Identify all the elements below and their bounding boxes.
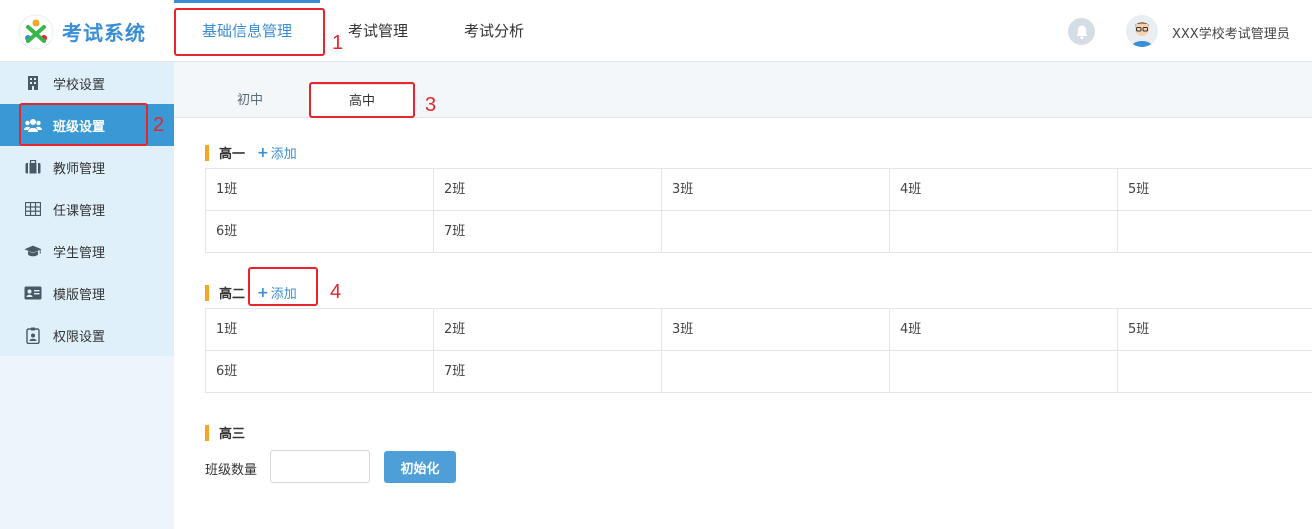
grade-section-title: 高一 + 添加	[205, 143, 297, 162]
class-cell[interactable]: 5班	[1118, 309, 1312, 351]
class-cell	[890, 351, 1118, 393]
grade-name: 高二	[219, 287, 246, 302]
tab-junior-high[interactable]: 初中	[198, 84, 302, 118]
nav-exam-analysis[interactable]: 考试分析	[436, 0, 552, 62]
class-cell[interactable]: 1班	[206, 169, 434, 211]
sidebar: 学校设置 班级设置 教师管理 任课管理 学生管理 模版管理 权限设置	[0, 62, 174, 529]
table-row: 1班 2班 3班 4班 5班	[206, 169, 1312, 211]
annotation-number-4: 4	[330, 281, 342, 303]
briefcase-icon	[24, 159, 42, 175]
add-class-link[interactable]: + 添加	[257, 283, 297, 303]
id-card-icon	[24, 285, 42, 301]
sidebar-item-school-settings[interactable]: 学校设置	[0, 62, 174, 104]
group-icon	[24, 117, 42, 133]
grade-marker	[205, 144, 209, 161]
level-tabs: 初中 高中	[174, 62, 1312, 119]
graduation-cap-icon	[24, 243, 42, 259]
class-cell[interactable]: 1班	[206, 309, 434, 351]
tab-senior-high[interactable]: 高中	[310, 84, 414, 119]
class-grid: 1班 2班 3班 4班 5班 6班 7班	[205, 168, 1312, 253]
sidebar-item-label: 权限设置	[53, 329, 106, 345]
plus-icon: +	[257, 144, 269, 161]
class-cell[interactable]: 3班	[662, 169, 890, 211]
user-name[interactable]: XXX学校考试管理员	[1172, 23, 1290, 42]
initialize-button[interactable]: 初始化	[384, 451, 456, 483]
badge-icon	[24, 327, 42, 344]
class-cell[interactable]: 7班	[434, 211, 662, 253]
sidebar-item-permission-settings[interactable]: 权限设置	[0, 314, 174, 356]
add-class-link[interactable]: + 添加	[257, 143, 297, 163]
app-title: 考试系统	[62, 21, 146, 45]
header: 考试系统 基础信息管理 考试管理 考试分析 XXX学校考试管理员	[0, 0, 1312, 62]
annotation-number-2: 2	[153, 114, 165, 136]
plus-icon: +	[257, 284, 269, 301]
grade-name: 高三	[219, 427, 246, 442]
class-cell	[890, 211, 1118, 253]
building-icon	[24, 75, 42, 91]
class-cell[interactable]: 4班	[890, 309, 1118, 351]
add-class-label: 添加	[270, 287, 297, 302]
sidebar-item-course-management[interactable]: 任课管理	[0, 188, 174, 230]
sidebar-item-label: 班级设置	[53, 119, 106, 135]
sidebar-item-label: 学校设置	[53, 77, 106, 93]
sidebar-item-label: 任课管理	[53, 203, 106, 219]
class-cell[interactable]: 6班	[206, 351, 434, 393]
nav-basic-info[interactable]: 基础信息管理	[174, 0, 321, 62]
class-cell[interactable]: 2班	[434, 169, 662, 211]
grade-name: 高一	[219, 147, 246, 162]
class-cell	[662, 211, 890, 253]
sidebar-item-student-management[interactable]: 学生管理	[0, 230, 174, 272]
sidebar-item-class-settings[interactable]: 班级设置	[0, 104, 174, 146]
grade-marker	[205, 424, 209, 441]
class-cell	[1118, 351, 1312, 393]
sidebar-item-teacher-management[interactable]: 教师管理	[0, 146, 174, 188]
class-cell[interactable]: 3班	[662, 309, 890, 351]
class-cell	[1118, 211, 1312, 253]
add-class-label: 添加	[270, 147, 297, 162]
class-cell[interactable]: 2班	[434, 309, 662, 351]
class-cell[interactable]: 6班	[206, 211, 434, 253]
class-count-input[interactable]	[270, 450, 370, 483]
avatar[interactable]	[1126, 15, 1158, 47]
table-row: 6班 7班	[206, 211, 1312, 253]
sidebar-menu: 学校设置 班级设置 教师管理 任课管理 学生管理 模版管理 权限设置	[0, 62, 174, 356]
sidebar-item-label: 学生管理	[53, 245, 106, 261]
grade-marker	[205, 284, 209, 301]
annotation-number-3: 3	[425, 94, 437, 116]
table-row: 6班 7班	[206, 351, 1312, 393]
class-cell[interactable]: 4班	[890, 169, 1118, 211]
table-icon	[24, 201, 42, 217]
sidebar-item-label: 模版管理	[53, 287, 106, 303]
grade-section-title: 高三	[205, 423, 245, 442]
grade-section-title: 高二 + 添加	[205, 283, 297, 302]
class-cell[interactable]: 7班	[434, 351, 662, 393]
sidebar-item-label: 教师管理	[53, 161, 106, 177]
class-cell[interactable]: 5班	[1118, 169, 1312, 211]
class-count-label: 班级数量	[205, 463, 258, 478]
bell-icon[interactable]	[1068, 18, 1095, 45]
class-cell	[662, 351, 890, 393]
top-nav: 基础信息管理 考试管理 考试分析	[174, 0, 552, 62]
annotation-number-1: 1	[332, 32, 344, 54]
table-row: 1班 2班 3班 4班 5班	[206, 309, 1312, 351]
app-logo	[18, 14, 54, 50]
class-grid: 1班 2班 3班 4班 5班 6班 7班	[205, 308, 1312, 393]
sidebar-item-template-management[interactable]: 模版管理	[0, 272, 174, 314]
